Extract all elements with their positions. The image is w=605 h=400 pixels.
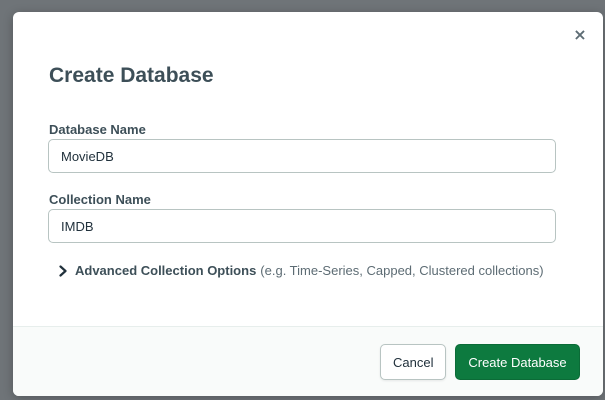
create-database-button[interactable]: Create Database xyxy=(455,344,580,380)
background-text-fragment xyxy=(2,318,10,330)
collection-name-input[interactable] xyxy=(48,209,556,243)
create-database-dialog: × Create Database Database Name Collecti… xyxy=(13,12,603,396)
dialog-title: Create Database xyxy=(49,64,214,87)
background-text-fragment xyxy=(2,196,10,208)
database-name-input[interactable] xyxy=(48,139,556,173)
close-icon[interactable]: × xyxy=(571,26,589,44)
database-name-label: Database Name xyxy=(49,122,146,137)
chevron-right-icon xyxy=(59,265,67,277)
advanced-collection-options-toggle[interactable]: Advanced Collection Options (e.g. Time-S… xyxy=(57,263,544,279)
cancel-button[interactable]: Cancel xyxy=(380,344,446,380)
background-text-fragment xyxy=(2,74,10,86)
collection-name-label: Collection Name xyxy=(49,192,151,207)
advanced-options-hint: (e.g. Time-Series, Capped, Clustered col… xyxy=(260,263,544,278)
advanced-options-label: Advanced Collection Options xyxy=(75,263,257,278)
